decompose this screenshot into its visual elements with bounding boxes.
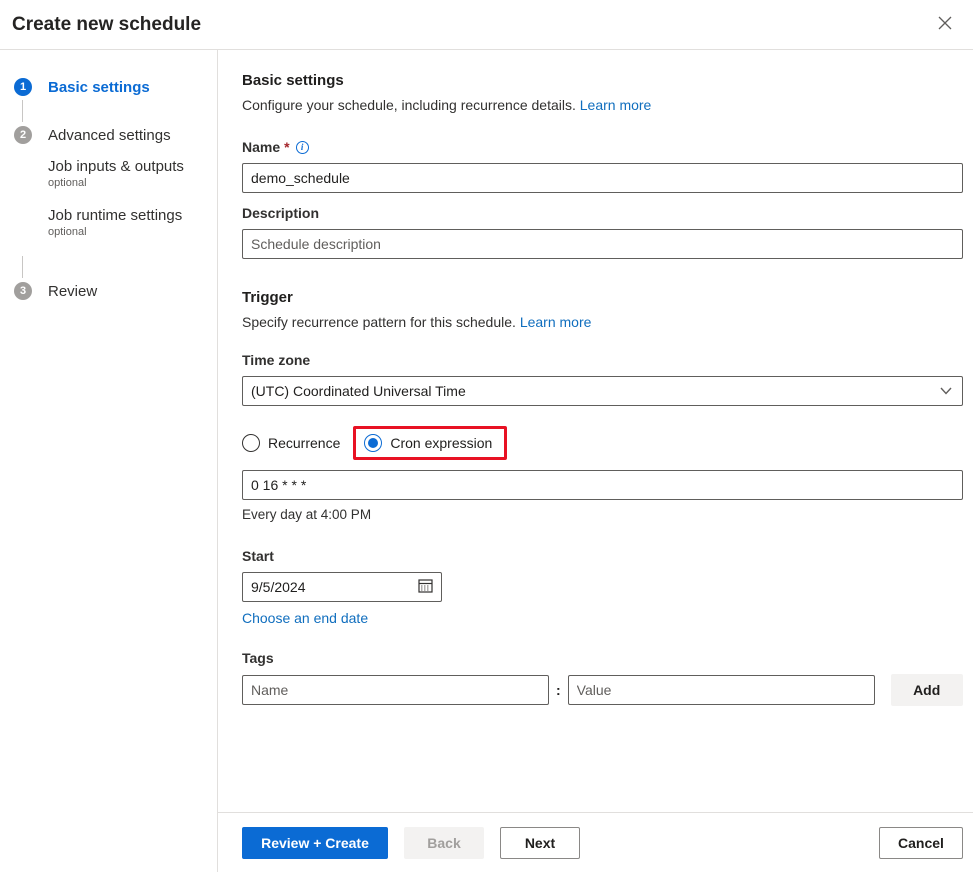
cron-expression-radio-label: Cron expression [390,435,493,451]
name-label: Name * i [242,139,963,155]
tags-label: Tags [242,650,963,666]
step-3-label: Review [48,282,98,300]
required-asterisk: * [284,139,290,155]
step-basic-settings[interactable]: 1 Basic settings [14,78,217,96]
cancel-button[interactable]: Cancel [879,826,963,859]
step-2-circle: 2 [14,126,32,144]
calendar-button[interactable] [418,578,433,596]
timezone-select[interactable]: (UTC) Coordinated Universal Time [242,376,963,406]
recurrence-radio-option[interactable]: Recurrence [242,434,340,452]
timezone-label-text: Time zone [242,352,311,368]
step-connector [22,100,23,122]
tag-name-input[interactable] [242,675,549,705]
cron-hint-text: Every day at 4:00 PM [242,507,372,522]
close-icon [938,16,952,33]
main-panel: Basic settings Configure your schedule, … [218,50,973,872]
name-input[interactable] [242,163,963,193]
recurrence-radio[interactable] [242,434,260,452]
substep-label: Job inputs & outputs [48,158,184,175]
substep-job-runtime-settings[interactable]: Job runtime settings optional [48,207,217,238]
next-button[interactable]: Next [500,826,580,859]
back-button[interactable]: Back [404,826,484,859]
step-3-circle: 3 [14,282,32,300]
calendar-icon [418,578,433,596]
choose-end-date-link[interactable]: Choose an end date [242,610,368,626]
dialog-body: 1 Basic settings 2 Advanced settings Job… [0,50,973,872]
start-date-picker[interactable] [242,572,442,602]
review-create-button[interactable]: Review + Create [242,826,388,859]
trigger-subtitle: Specify recurrence pattern for this sche… [242,314,963,330]
basic-settings-subtitle: Configure your schedule, including recur… [242,97,963,113]
cron-expression-radio-option[interactable]: Cron expression [364,434,492,452]
name-label-text: Name [242,139,281,155]
close-button[interactable] [931,11,959,39]
add-tag-button[interactable]: Add [890,674,963,706]
basic-settings-heading: Basic settings [242,72,344,89]
basic-settings-subtitle-text: Configure your schedule, including recur… [242,97,576,113]
dialog-footer: Review + Create Back Next Cancel [218,812,973,872]
cron-highlight-annotation: Cron expression [353,426,508,460]
substep-optional-note: optional [48,226,87,238]
step-1-label: Basic settings [48,78,150,96]
trigger-subtitle-text: Specify recurrence pattern for this sche… [242,314,516,330]
tag-value-input[interactable] [567,675,875,705]
timezone-label: Time zone [242,352,963,368]
step-connector [22,256,23,278]
substep-job-inputs-outputs[interactable]: Job inputs & outputs optional [48,158,217,189]
dialog-title: Create new schedule [12,13,202,35]
tag-separator: : [556,682,561,698]
recurrence-radio-label: Recurrence [268,435,341,451]
start-label: Start [242,548,963,564]
step-1-circle: 1 [14,78,32,96]
substep-list: Job inputs & outputs optional Job runtim… [48,158,217,238]
stepper-sidebar: 1 Basic settings 2 Advanced settings Job… [0,50,218,872]
info-icon[interactable]: i [295,140,309,154]
tags-row: : Add [242,674,963,706]
description-label: Description [242,205,963,221]
create-schedule-dialog: Create new schedule 1 Basic settings 2 A… [0,0,973,872]
dialog-header: Create new schedule [0,0,973,50]
trigger-type-radio-group: Recurrence Cron expression [242,426,963,460]
cron-expression-radio[interactable] [364,434,383,452]
cron-expression-input[interactable] [242,470,963,500]
timezone-selected-value: (UTC) Coordinated Universal Time [251,383,466,399]
description-label-text: Description [242,205,320,221]
form-content: Basic settings Configure your schedule, … [218,50,973,812]
trigger-learn-more-link[interactable]: Learn more [520,314,592,330]
step-advanced-settings[interactable]: 2 Advanced settings [14,126,217,144]
tags-label-text: Tags [242,650,274,666]
substep-optional-note: optional [48,177,87,189]
start-date-input[interactable] [251,579,381,595]
substep-label: Job runtime settings [48,207,183,224]
trigger-heading: Trigger [242,289,293,306]
basic-settings-learn-more-link[interactable]: Learn more [580,97,652,113]
chevron-down-icon [940,382,952,400]
step-review[interactable]: 3 Review [14,282,217,300]
description-input[interactable] [242,229,963,259]
start-label-text: Start [242,548,274,564]
step-2-label: Advanced settings [48,126,171,144]
